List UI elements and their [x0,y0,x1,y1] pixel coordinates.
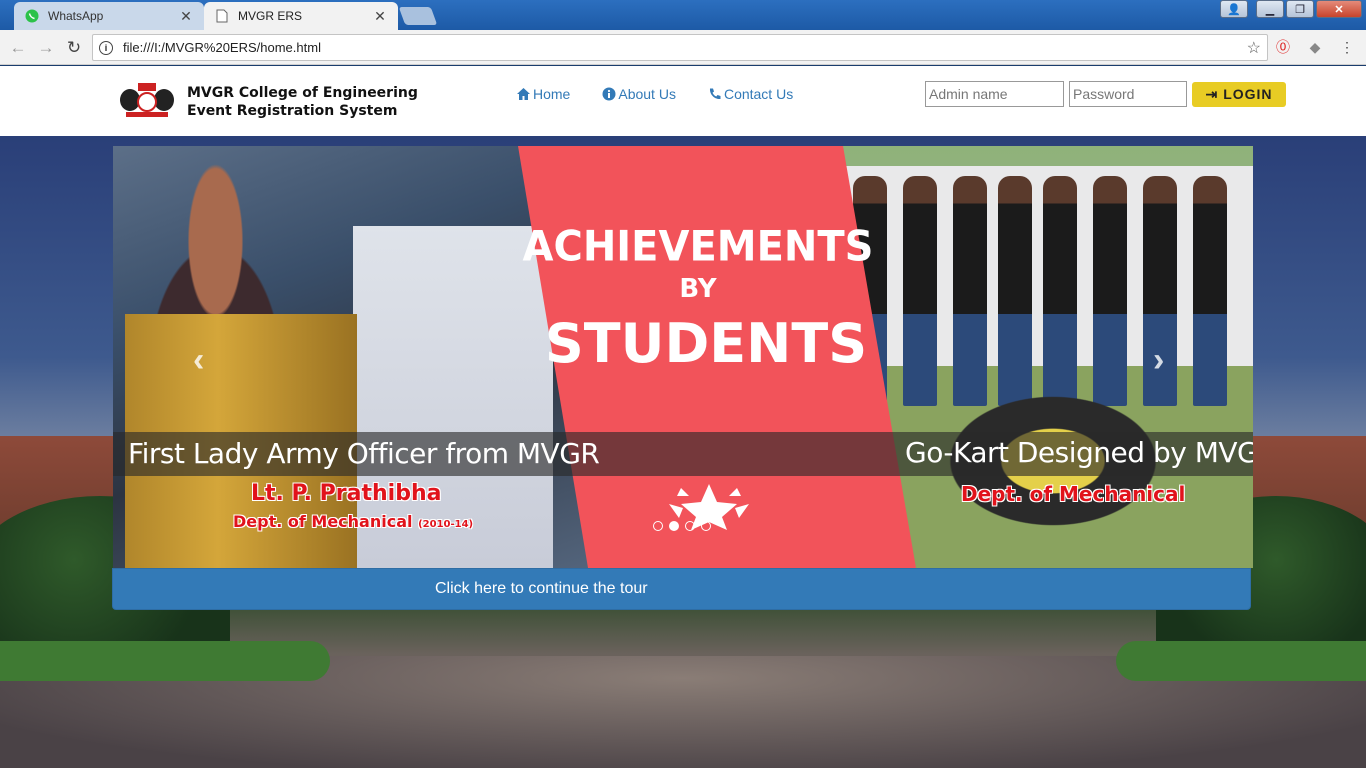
carousel-indicator[interactable] [653,521,663,531]
user-icon[interactable]: 👤 [1220,0,1248,18]
extension-shield-icon[interactable]: ⓪ [1274,38,1292,56]
student-figure [1193,176,1227,406]
nav-about[interactable]: About Us [602,86,676,102]
close-tab-icon[interactable]: ✕ [178,8,194,25]
close-window-button[interactable]: ✕ [1316,0,1362,18]
maximize-button[interactable]: ❐ [1286,0,1314,18]
login-label: LOGIN [1223,86,1273,102]
url-text: file:///I:/MVGR%20ERS/home.html [123,40,321,55]
minimize-button[interactable]: ▁ [1256,0,1284,18]
phone-icon [709,88,721,100]
go-kart-department: Dept. of Mechanical [961,482,1186,506]
achievements-carousel: ACHIEVEMENTS BY STUDENTS First Lady Army… [113,146,1253,568]
browser-toolbar: ← → ↻ i file:///I:/MVGR%20ERS/home.html … [0,30,1366,65]
carousel-indicators [653,521,711,531]
password-input[interactable] [1069,81,1187,107]
nav-home-label: Home [533,86,571,102]
carousel-indicator[interactable] [669,521,679,531]
continue-tour-button[interactable]: Click here to continue the tour [112,568,1251,610]
student-figure [903,176,937,406]
login-form: ⇥ LOGIN [925,81,1286,107]
page-icon [214,8,230,24]
caption-go-kart: Go-Kart Designed by MVGR [905,436,1253,469]
admin-name-input[interactable] [925,81,1064,107]
whatsapp-icon [24,8,40,24]
nav-home[interactable]: Home [516,86,570,102]
officer-department-text: Dept. of Mechanical [233,512,413,531]
carousel-indicator[interactable] [701,521,711,531]
login-button[interactable]: ⇥ LOGIN [1192,81,1286,107]
back-icon[interactable]: ← [7,37,29,59]
brand-line1: MVGR College of Engineering [187,85,418,101]
caption-army-officer: First Lady Army Officer from MVGR [128,437,600,470]
student-figure [953,176,987,406]
forward-icon[interactable]: → [35,37,57,59]
nav-contact-label: Contact Us [723,86,794,102]
login-icon: ⇥ [1205,85,1219,102]
student-figure [1043,176,1077,406]
nav-contact[interactable]: Contact Us [708,86,793,102]
tab-whatsapp[interactable]: WhatsApp ✕ [14,2,204,30]
officer-years: (2010-14) [418,519,474,530]
reload-icon[interactable]: ↻ [63,37,85,59]
lawn-left [0,641,330,681]
student-figure [998,176,1032,406]
headline-achievements: ACHIEVEMENTS [522,222,874,272]
close-tab-icon[interactable]: ✕ [372,8,388,25]
tab-mvgr-ers[interactable]: MVGR ERS ✕ [204,2,398,30]
address-bar[interactable]: i file:///I:/MVGR%20ERS/home.html ☆ [92,34,1268,61]
browser-titlebar: WhatsApp ✕ MVGR ERS ✕ 👤 ▁ ❐ ✕ [0,0,1366,30]
brand-line2: Event Registration System [187,103,398,119]
college-logo [120,83,174,117]
extension-gem-icon[interactable]: ◆ [1306,38,1324,56]
carousel-next-icon[interactable]: › [1153,341,1164,380]
bookmark-star-icon[interactable]: ☆ [1247,38,1261,58]
carousel-prev-icon[interactable]: ‹ [193,341,204,380]
site-header: MVGR College of Engineering Event Regist… [0,66,1366,136]
menu-icon[interactable]: ⋮ [1338,38,1356,56]
info-icon[interactable]: i [99,40,113,55]
carousel-indicator[interactable] [685,521,695,531]
officer-department: Dept. of Mechanical (2010-14) [233,512,473,531]
home-icon [517,88,530,100]
main-nav: Home About Us Contact Us [516,86,793,102]
new-tab-button[interactable] [398,7,438,25]
brand[interactable]: MVGR College of Engineering Event Regist… [187,84,418,120]
tab-label: WhatsApp [48,9,104,23]
headline-by: BY [679,274,717,304]
headline-students: STUDENTS [544,312,868,375]
tab-label: MVGR ERS [238,9,303,23]
info-icon [602,87,616,101]
nav-about-label: About Us [618,86,676,102]
student-figure [1093,176,1127,406]
officer-name: Lt. P. Prathibha [251,481,442,506]
lawn-right [1116,641,1366,681]
